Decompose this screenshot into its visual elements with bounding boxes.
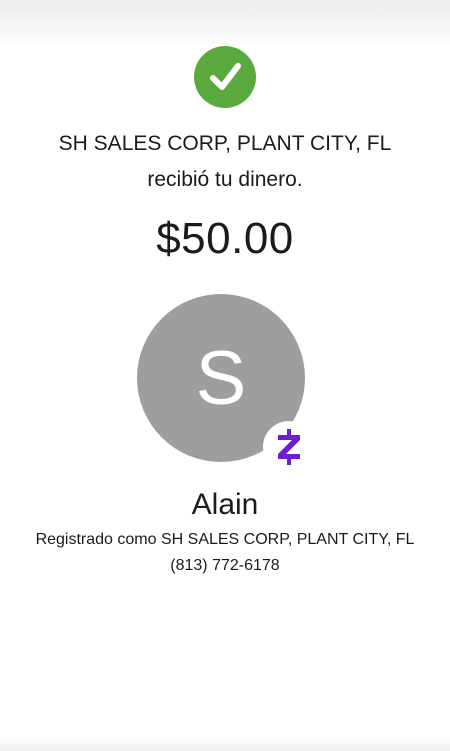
zelle-logo-icon — [278, 429, 300, 465]
payment-amount: $50.00 — [156, 214, 294, 263]
recipient-name: SH SALES CORP, PLANT CITY, FL — [58, 132, 392, 155]
status-bar-area — [0, 0, 450, 48]
payment-status-text: recibió tu dinero. — [147, 168, 303, 191]
contact-name: Alain — [191, 488, 259, 521]
checkmark-icon — [210, 63, 241, 90]
bottom-edge — [0, 737, 450, 751]
contact-phone: (813) 772-6178 — [170, 557, 280, 574]
avatar-initial: S — [195, 336, 247, 421]
check-circle-icon — [194, 46, 256, 108]
zelle-badge — [263, 421, 315, 473]
registered-as-text: Registrado como SH SALES CORP, PLANT CIT… — [35, 531, 415, 548]
